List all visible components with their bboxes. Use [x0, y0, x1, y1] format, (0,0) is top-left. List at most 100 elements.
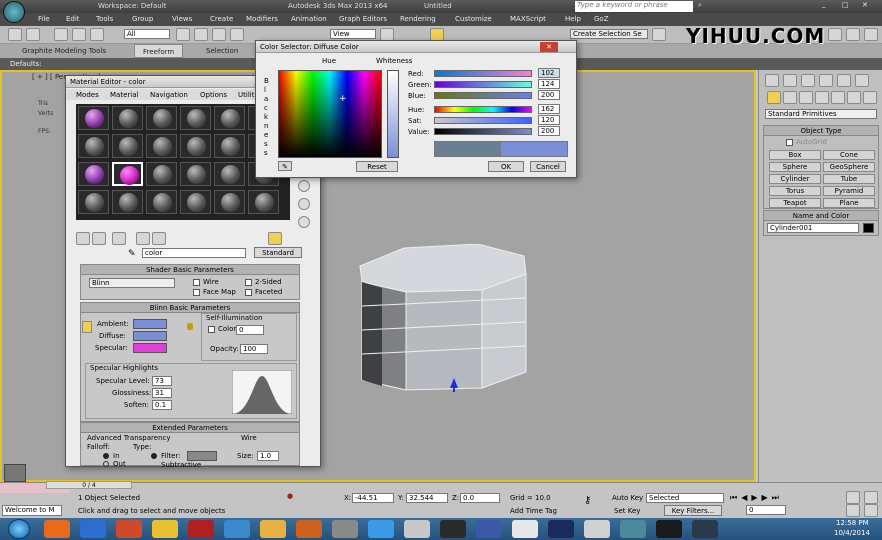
- menu-modes[interactable]: Modes: [76, 91, 99, 99]
- opera-icon[interactable]: [224, 520, 250, 538]
- close-icon[interactable]: ✕: [862, 1, 868, 9]
- box-button[interactable]: Box: [769, 150, 821, 160]
- close-icon[interactable]: ✕: [540, 42, 558, 52]
- shader-basic-header[interactable]: Shader Basic Parameters: [81, 265, 299, 275]
- named-selection-set-dropdown[interactable]: Create Selection Se: [570, 29, 648, 39]
- orbit-icon[interactable]: [864, 491, 878, 504]
- menu-help[interactable]: Help: [565, 15, 581, 23]
- app2-icon[interactable]: [656, 520, 682, 538]
- ribbon-tab-freeform[interactable]: Freeform: [134, 44, 184, 58]
- sample-slot[interactable]: [112, 106, 143, 130]
- ribbon-tab-graphite[interactable]: Graphite Modeling Tools: [22, 47, 106, 55]
- app-icon[interactable]: [584, 520, 610, 538]
- render-setup-icon[interactable]: [828, 28, 842, 41]
- reference-coord-dropdown[interactable]: View: [330, 29, 376, 39]
- cone-button[interactable]: Cone: [823, 150, 875, 160]
- undo-icon[interactable]: [8, 28, 22, 41]
- render-icon[interactable]: [864, 28, 878, 41]
- menu-edit[interactable]: Edit: [66, 15, 80, 23]
- ambient-swatch[interactable]: [133, 319, 167, 329]
- sample-slot[interactable]: [78, 162, 109, 186]
- sample-slot[interactable]: [112, 134, 143, 158]
- primitive-type-dropdown[interactable]: Standard Primitives: [765, 109, 877, 119]
- self-illum-color-checkbox[interactable]: [208, 326, 215, 333]
- menu-modifiers[interactable]: Modifiers: [246, 15, 278, 23]
- key-icon[interactable]: ⚷: [584, 495, 591, 506]
- playback-controls[interactable]: ⏮◀▶▶⏭: [730, 493, 840, 503]
- clock-time[interactable]: 12:58 PM: [836, 519, 869, 527]
- spacewarps-icon[interactable]: [847, 91, 861, 104]
- value-slider[interactable]: [434, 128, 532, 135]
- 3dsmax-icon[interactable]: [620, 520, 646, 538]
- soften-field[interactable]: 0.1: [152, 400, 172, 410]
- folder-icon[interactable]: [260, 520, 286, 538]
- object-name-field[interactable]: Cylinder001: [767, 223, 859, 233]
- sample-slot[interactable]: [180, 190, 211, 214]
- chrome-icon[interactable]: [116, 520, 142, 538]
- assign-to-selection-icon[interactable]: [112, 232, 126, 245]
- show-map-icon[interactable]: [268, 232, 282, 245]
- cancel-button[interactable]: Cancel: [530, 161, 566, 172]
- auto-key-button[interactable]: Auto Key: [612, 494, 643, 502]
- sample-slot[interactable]: [214, 106, 245, 130]
- menu-graph-editors[interactable]: Graph Editors: [339, 15, 387, 23]
- key-mode-dropdown[interactable]: Selected: [646, 493, 724, 503]
- hue-blackness-picker[interactable]: +: [278, 70, 382, 158]
- sample-type-icon[interactable]: [298, 180, 310, 192]
- sample-slot[interactable]: [180, 162, 211, 186]
- current-frame-field[interactable]: 0: [746, 505, 786, 515]
- utilities-tab-icon[interactable]: [855, 74, 869, 87]
- zbrush-icon[interactable]: [512, 520, 538, 538]
- camtasia-icon[interactable]: [440, 520, 466, 538]
- tube-button[interactable]: Tube: [823, 174, 875, 184]
- sample-slot-active[interactable]: [112, 162, 143, 186]
- lock-ambient-diffuse-icon[interactable]: [82, 321, 92, 333]
- notes-icon[interactable]: [332, 520, 358, 538]
- lock-icon[interactable]: [187, 323, 193, 330]
- falloff-in-radio[interactable]: [103, 453, 109, 459]
- unlink-icon[interactable]: [72, 28, 86, 41]
- bind-spacewarp-icon[interactable]: [90, 28, 104, 41]
- blue-field[interactable]: 200: [538, 90, 560, 100]
- sample-slot[interactable]: [146, 190, 177, 214]
- torus-button[interactable]: Torus: [769, 186, 821, 196]
- link-icon[interactable]: [54, 28, 68, 41]
- ribbon-tab-selection[interactable]: Selection: [206, 47, 238, 55]
- maximize-icon[interactable]: □: [842, 1, 849, 9]
- minimize-icon[interactable]: _: [822, 0, 826, 8]
- app3-icon[interactable]: [692, 520, 718, 538]
- select-object-icon[interactable]: [176, 28, 190, 41]
- object-color-swatch[interactable]: [863, 223, 874, 233]
- paint-icon[interactable]: [404, 520, 430, 538]
- put-to-scene-icon[interactable]: [92, 232, 106, 245]
- photoshop-icon[interactable]: [548, 520, 574, 538]
- sample-slot[interactable]: [146, 162, 177, 186]
- self-illum-value[interactable]: 0: [236, 325, 264, 335]
- dropbox-icon[interactable]: [368, 520, 394, 538]
- ok-button[interactable]: OK: [488, 161, 524, 172]
- sphere-button[interactable]: Sphere: [769, 162, 821, 172]
- whiteness-slider[interactable]: [387, 70, 399, 158]
- menu-file[interactable]: File: [38, 15, 50, 23]
- sample-slot[interactable]: [214, 190, 245, 214]
- pan-icon[interactable]: [846, 504, 860, 517]
- two-sided-checkbox[interactable]: [245, 279, 252, 286]
- object-type-header[interactable]: Object Type: [764, 126, 878, 136]
- extended-parameters-header[interactable]: Extended Parameters: [81, 423, 299, 433]
- clock-date[interactable]: 10/4/2014: [834, 529, 870, 537]
- lock-selection-icon[interactable]: ●: [287, 492, 293, 500]
- modify-tab-icon[interactable]: [783, 74, 797, 87]
- delete-icon[interactable]: [136, 232, 150, 245]
- selection-filter-dropdown[interactable]: All: [124, 29, 170, 39]
- eyedropper-icon[interactable]: ✎: [278, 161, 292, 171]
- menu-animation[interactable]: Animation: [291, 15, 327, 23]
- green-field[interactable]: 124: [538, 79, 560, 89]
- hierarchy-tab-icon[interactable]: [801, 74, 815, 87]
- mirror-icon[interactable]: [652, 28, 666, 41]
- faceted-checkbox[interactable]: [245, 289, 252, 296]
- y-coord-field[interactable]: 32.544: [406, 493, 448, 503]
- get-material-icon[interactable]: [76, 232, 90, 245]
- background-icon[interactable]: [298, 216, 310, 228]
- wire-checkbox[interactable]: [193, 279, 200, 286]
- lights-icon[interactable]: [799, 91, 813, 104]
